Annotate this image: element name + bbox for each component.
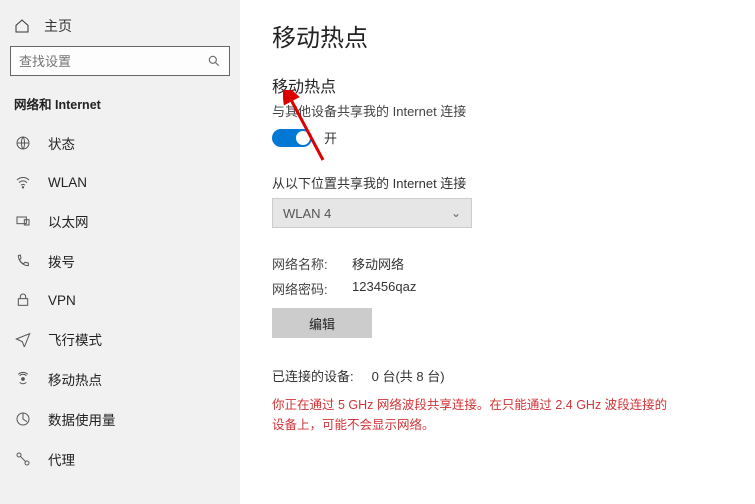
- sidebar-item-wlan[interactable]: WLAN: [0, 163, 240, 201]
- sidebar-item-status[interactable]: 状态: [0, 123, 240, 163]
- home-link[interactable]: 主页: [0, 10, 240, 46]
- toggle-state-label: 开: [324, 128, 337, 147]
- share-description: 与其他设备共享我的 Internet 连接: [272, 101, 755, 120]
- share-from-dropdown[interactable]: WLAN 4 ⌄: [272, 198, 472, 228]
- sidebar-item-airplane[interactable]: 飞行模式: [0, 319, 240, 359]
- status-icon: [14, 134, 32, 152]
- sidebar-item-label: 状态: [48, 133, 75, 153]
- sidebar-item-ethernet[interactable]: 以太网: [0, 201, 240, 241]
- sidebar-item-label: WLAN: [48, 175, 87, 190]
- sidebar-item-label: VPN: [48, 293, 76, 308]
- sidebar-item-label: 代理: [48, 449, 75, 469]
- ethernet-icon: [14, 212, 32, 230]
- wifi-icon: [14, 173, 32, 191]
- page-title: 移动热点: [272, 18, 755, 53]
- vpn-icon: [14, 291, 32, 309]
- sidebar: 主页 网络和 Internet 状态 WLAN 以太网 拨号: [0, 0, 240, 504]
- sidebar-item-datausage[interactable]: 数据使用量: [0, 399, 240, 439]
- home-label: 主页: [44, 16, 72, 36]
- sidebar-item-label: 飞行模式: [48, 329, 102, 349]
- search-input-wrap[interactable]: [10, 46, 230, 76]
- airplane-icon: [14, 330, 32, 348]
- dialup-icon: [14, 252, 32, 270]
- net-pass-value: 123456qaz: [352, 279, 416, 298]
- net-name-label: 网络名称:: [272, 254, 352, 273]
- sidebar-item-dialup[interactable]: 拨号: [0, 241, 240, 281]
- hotspot-icon: [14, 370, 32, 388]
- sidebar-item-vpn[interactable]: VPN: [0, 281, 240, 319]
- search-input[interactable]: [19, 54, 207, 69]
- home-icon: [14, 18, 30, 34]
- net-name-value: 移动网络: [352, 254, 404, 273]
- warning-text: 你正在通过 5 GHz 网络波段共享连接。在只能通过 2.4 GHz 波段连接的…: [272, 395, 672, 435]
- sidebar-item-label: 拨号: [48, 251, 75, 271]
- sidebar-item-proxy[interactable]: 代理: [0, 439, 240, 479]
- share-from-label: 从以下位置共享我的 Internet 连接: [272, 173, 755, 192]
- sidebar-item-label: 移动热点: [48, 369, 102, 389]
- dropdown-value: WLAN 4: [283, 206, 331, 221]
- proxy-icon: [14, 450, 32, 468]
- connected-value: 0 台(共 8 台): [372, 366, 445, 385]
- search-icon: [207, 54, 221, 68]
- sidebar-item-label: 以太网: [48, 211, 89, 231]
- content-pane: 移动热点 移动热点 与其他设备共享我的 Internet 连接 开 从以下位置共…: [240, 0, 755, 504]
- sidebar-item-hotspot[interactable]: 移动热点: [0, 359, 240, 399]
- datausage-icon: [14, 410, 32, 428]
- sidebar-item-label: 数据使用量: [48, 409, 116, 429]
- edit-button[interactable]: 编辑: [272, 308, 372, 338]
- chevron-down-icon: ⌄: [451, 206, 461, 220]
- section-title: 移动热点: [272, 73, 755, 97]
- hotspot-toggle[interactable]: [272, 129, 312, 147]
- sidebar-section-title: 网络和 Internet: [0, 88, 240, 123]
- net-pass-label: 网络密码:: [272, 279, 352, 298]
- connected-label: 已连接的设备:: [272, 366, 354, 385]
